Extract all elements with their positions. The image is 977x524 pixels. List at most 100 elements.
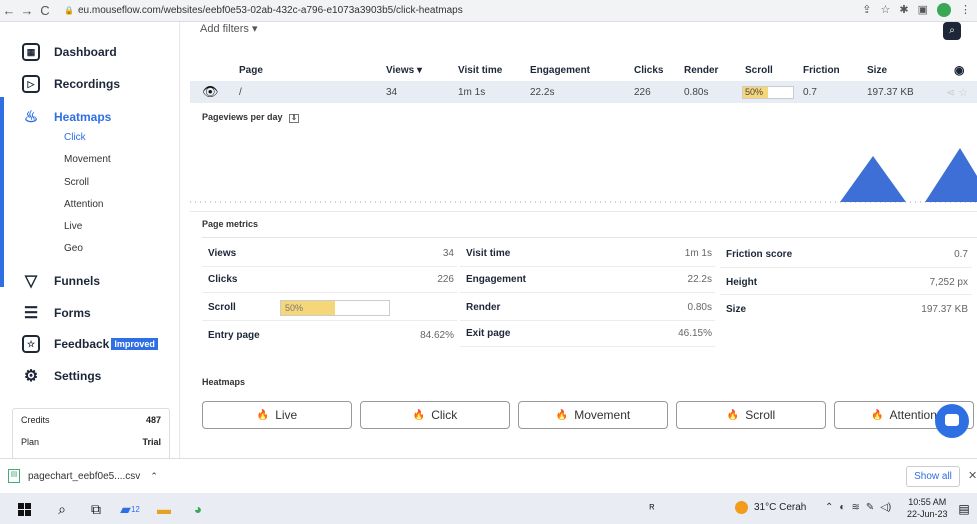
column-header-render[interactable]: Render [684, 65, 718, 76]
sidebar-item-funnels[interactable]: ▽ Funnels [22, 272, 100, 290]
notifications-icon[interactable]: ▤ [954, 499, 974, 519]
chevron-up-icon[interactable]: ⌃ [825, 502, 833, 513]
search-icon[interactable]: ⌕ [52, 499, 72, 519]
heatmap-live-button[interactable]: 🔥 Live [202, 401, 352, 429]
reload-icon[interactable]: C [36, 3, 54, 18]
column-header-views[interactable]: Views ▾ [386, 65, 422, 76]
sidebar-subitem-geo[interactable]: Geo [64, 243, 83, 254]
sidebar-item-feedback[interactable]: ☆ Feedback Improved [22, 335, 158, 353]
flame-icon: 🔥 [726, 409, 740, 421]
metric-render-value: 0.80s [687, 302, 712, 313]
show-all-button[interactable]: Show all [906, 466, 960, 487]
flame-icon: 🔥 [555, 409, 569, 421]
heatmap-movement-button[interactable]: 🔥 Movement [518, 401, 668, 429]
table-row[interactable]: 👁 / 34 1m 1s 22.2s 226 0.80s 50% 0.7 197… [190, 81, 977, 103]
search-icon[interactable]: ⌕ [943, 22, 961, 40]
cell-clicks: 226 [634, 86, 651, 98]
active-section-indicator [0, 97, 4, 287]
scroll-fill: 50% [743, 86, 768, 98]
sidebar-item-recordings[interactable]: ▷ Recordings [22, 75, 120, 93]
menu-icon[interactable]: ⋮ [960, 3, 971, 17]
download-filename: pagechart_eebf0e5....csv [28, 470, 141, 482]
downloads-bar: ▤ pagechart_eebf0e5....csv ⌃ Show all ✕ [0, 458, 977, 493]
sidebar-subitem-scroll[interactable]: Scroll [64, 177, 89, 188]
cell-views: 34 [386, 86, 398, 98]
people-icon[interactable]: ᴿ [642, 499, 662, 519]
chart-peak [925, 148, 977, 202]
clock[interactable]: 10:55 AM 22-Jun-23 [907, 496, 948, 520]
sidebar-item-label: Feedback [54, 337, 110, 351]
column-header-size[interactable]: Size [867, 65, 887, 76]
forward-icon[interactable]: → [18, 3, 36, 18]
share-icon[interactable]: ⋖ ☆ [946, 86, 968, 99]
heatmap-click-button[interactable]: 🔥 Click [360, 401, 510, 429]
heatmaps-section-title: Heatmaps [202, 377, 246, 387]
download-item[interactable]: ▤ pagechart_eebf0e5....csv ⌃ [8, 465, 168, 487]
sidebar-subitem-live[interactable]: Live [64, 221, 82, 232]
wifi-icon[interactable]: ≋ [851, 502, 859, 513]
funnels-icon: ▽ [24, 273, 38, 290]
table-header: Page Views ▾ Visit time Engagement Click… [190, 60, 977, 80]
sidebar-item-settings[interactable]: ⚙ Settings [22, 367, 102, 385]
sidebar-item-label: Recordings [54, 77, 121, 91]
weather-widget[interactable]: 31°C Cerah [735, 501, 806, 514]
heatmap-scroll-button[interactable]: 🔥 Scroll [676, 401, 826, 429]
sidebar-subitem-click[interactable]: Click [64, 132, 86, 143]
browser-toolbar: ← → C 🔒 eu.mouseflow.com/websites/eebf0e… [0, 0, 977, 22]
sidebar-item-forms[interactable]: ☰ Forms [22, 304, 91, 322]
export-icon[interactable]: ⇩ [289, 114, 299, 123]
cell-size: 197.37 KB [867, 86, 914, 98]
sidebar-item-label: Settings [54, 369, 102, 383]
sidepanel-icon[interactable]: ▣ [918, 3, 928, 17]
address-bar[interactable]: 🔒 eu.mouseflow.com/websites/eebf0e53-02a… [64, 2, 824, 19]
app-icon[interactable]: ▰ 12 [120, 499, 140, 519]
sidebar-item-label: Funnels [54, 274, 101, 288]
metric-scroll-label: Scroll [208, 302, 236, 313]
cell-page[interactable]: / [239, 87, 242, 98]
profile-icon[interactable] [937, 3, 951, 17]
plan-value: Trial [142, 437, 161, 447]
sidebar-subitem-attention[interactable]: Attention [64, 199, 103, 210]
column-header-scroll[interactable]: Scroll [745, 65, 773, 76]
metric-views-value: 34 [442, 248, 454, 259]
column-header-page[interactable]: Page [239, 65, 263, 76]
back-icon[interactable]: ← [0, 3, 18, 18]
pageviews-chart-svg [190, 148, 977, 203]
share-icon[interactable]: ⇪ [862, 3, 871, 17]
task-view-icon[interactable]: ⧉ [86, 499, 106, 519]
settings-circle-icon[interactable]: ◉ [954, 63, 964, 77]
recordings-icon: ▷ [22, 75, 40, 93]
sidebar-item-label: Heatmaps [54, 110, 112, 124]
sidebar-item-heatmaps[interactable]: ♨ Heatmaps [22, 108, 112, 126]
sidebar-item-dashboard[interactable]: ▦ Dashboard [22, 43, 117, 61]
main-content: Add filters ▾ ⌕ Page Views ▾ Visit time … [190, 22, 977, 458]
star-icon[interactable]: ☆ [881, 3, 891, 17]
column-header-friction[interactable]: Friction [803, 65, 840, 76]
credits-value: 487 [145, 415, 161, 425]
file-icon: ▤ [8, 469, 20, 483]
column-header-clicks[interactable]: Clicks [634, 65, 663, 76]
close-icon[interactable]: ✕ [968, 469, 977, 482]
eye-icon[interactable]: 👁 [202, 84, 219, 100]
speaker-icon[interactable]: ◁) [880, 502, 891, 513]
extensions-icon[interactable]: ✱ [899, 3, 908, 17]
windows-start-icon[interactable] [14, 499, 34, 519]
network-icon[interactable]: ◐ [839, 502, 845, 513]
flame-icon: 🔥 [871, 409, 884, 421]
system-tray: ⌃ ◐ ≋ ✎ ◁) [825, 502, 891, 513]
metric-exit-page-value: 46.15% [678, 328, 712, 339]
file-explorer-icon[interactable]: ▬ [154, 499, 174, 519]
sidebar-item-label: Dashboard [54, 45, 117, 59]
sidebar-subitem-movement[interactable]: Movement [64, 154, 111, 165]
metric-height-label: Height [726, 277, 758, 288]
add-filters-button[interactable]: Add filters ▾ [200, 22, 258, 35]
column-header-visit-time[interactable]: Visit time [458, 65, 502, 76]
chevron-up-icon[interactable]: ⌃ [150, 471, 158, 482]
column-header-engagement[interactable]: Engagement [530, 65, 590, 76]
pen-icon[interactable]: ✎ [866, 502, 874, 513]
chrome-icon[interactable]: ◕ [188, 499, 208, 519]
divider [202, 266, 457, 267]
chat-icon[interactable] [935, 404, 969, 438]
metric-friction-score-label: Friction score [726, 249, 793, 260]
metric-clicks-label: Clicks [208, 274, 238, 285]
